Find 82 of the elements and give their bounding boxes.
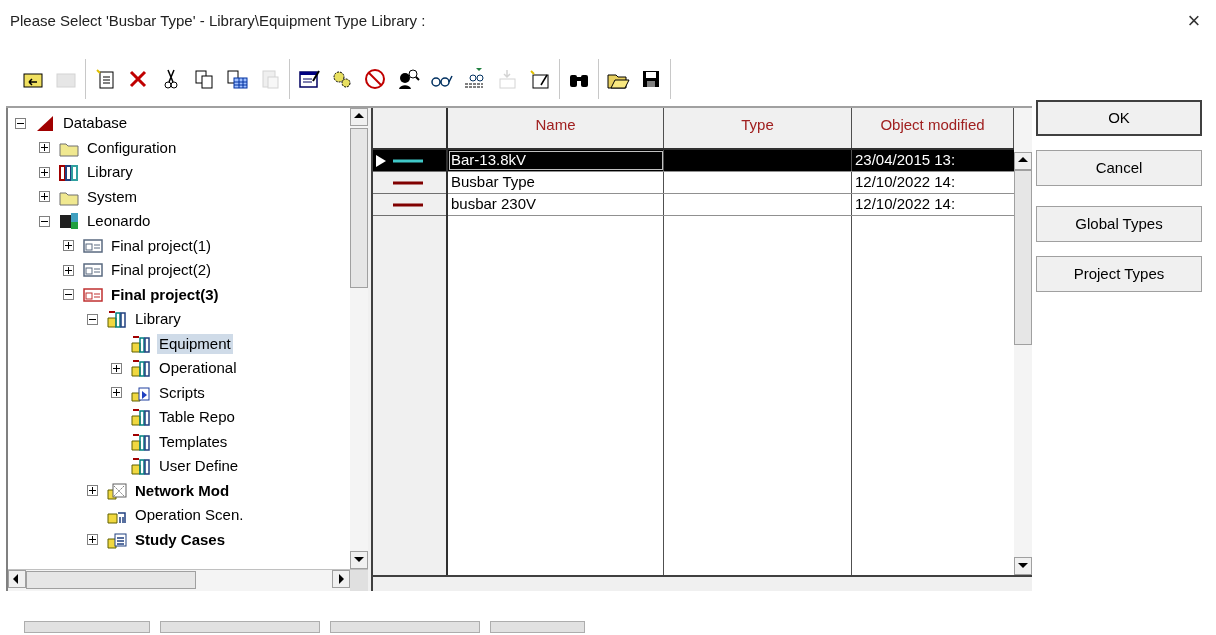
row-pointer-icon [375,153,387,168]
expand-toggle[interactable] [86,485,98,497]
tree-item[interactable]: Study Cases [133,529,228,550]
library-folder-icon [107,309,127,330]
tree-item[interactable]: System [85,186,139,207]
plus-icon [40,144,48,152]
plus-icon [88,536,96,544]
column-header[interactable]: Name [448,108,664,148]
expand-toggle[interactable] [38,142,50,154]
dialog-button[interactable]: Project Types [1036,256,1202,292]
expand-toggle[interactable] [38,191,50,203]
tree-item[interactable]: Table Repo [157,407,237,428]
collapse-toggle[interactable] [62,289,74,301]
scroll-up-button[interactable] [1014,152,1032,170]
table-cell: busbar 230V [448,194,664,215]
collapse-toggle[interactable] [86,313,98,325]
horizontal-scrollbar[interactable] [8,570,350,591]
scroll-up-button[interactable] [350,108,368,126]
table-cell-text: 12/10/2022 14: [854,172,957,192]
plus-icon [112,389,120,397]
tree-item[interactable]: User Define [157,456,241,477]
tree-item[interactable]: Configuration [85,137,179,158]
scroll-thumb[interactable] [350,128,368,288]
scroll-down-button[interactable] [1014,557,1032,575]
plus-icon [64,266,72,274]
tree-item[interactable]: Equipment [157,333,233,354]
plus-icon [40,168,48,176]
scrollbar-corner [350,570,368,591]
expand-toggle[interactable] [62,240,74,252]
close-button[interactable]: × [1182,10,1206,32]
expand-toggle[interactable] [38,166,50,178]
tree-item[interactable]: Library [85,162,135,183]
tree-item[interactable]: Operation Scen. [133,505,246,526]
tree-item[interactable]: Network Mod [133,480,232,501]
plus-icon [88,487,96,495]
library-folder-icon [131,407,151,428]
vertical-scrollbar[interactable] [1014,108,1032,575]
table-row[interactable]: Bar-13.8kV 23/04/2015 13: [448,150,1014,172]
row-header[interactable] [373,150,446,172]
tree-item[interactable]: Templates [157,431,230,452]
tree-item[interactable]: Final project(1) [109,235,214,256]
table-row[interactable]: busbar 230V 12/10/2022 14: [448,194,1014,216]
vertical-scrollbar[interactable] [350,108,368,569]
plus-icon [112,364,120,372]
tree-item[interactable]: Operational [157,358,239,379]
tree-item[interactable]: Library [133,309,183,330]
table-cell: Busbar Type [448,172,664,193]
dialog-button[interactable]: Global Types [1036,206,1202,242]
tree-item[interactable]: Scripts [157,382,207,403]
plus-icon [40,193,48,201]
scroll-right-button[interactable] [332,570,350,588]
table-cell-text: 12/10/2022 14: [854,194,957,214]
collapse-toggle[interactable] [14,117,26,129]
scroll-down-button[interactable] [350,551,368,569]
books-icon [59,162,79,183]
table-row[interactable]: Busbar Type 12/10/2022 14: [448,172,1014,194]
scroll-thumb[interactable] [26,571,196,589]
library-folder-icon [131,358,151,379]
expand-toggle[interactable] [110,362,122,374]
triangle-icon [35,113,55,134]
user-icon [59,211,79,232]
table-cell: Bar-13.8kV [448,150,664,171]
library-folder-icon [131,431,151,452]
tree-item[interactable]: Final project(2) [109,260,214,281]
tree-item[interactable]: Final project(3) [109,284,221,305]
expand-toggle[interactable] [62,264,74,276]
window-title: Please Select 'Busbar Type' - Library\Equipment Type Library : [10,10,426,31]
library-folder-icon [131,333,151,354]
dialog-button[interactable]: Cancel [1036,150,1202,186]
expand-toggle[interactable] [86,534,98,546]
network-folder-icon [107,480,127,501]
dialog-button[interactable]: OK [1036,100,1202,136]
scroll-left-button[interactable] [8,570,26,588]
tree-item[interactable]: Database [61,113,130,134]
expand-toggle[interactable] [110,387,122,399]
collapse-toggle[interactable] [38,215,50,227]
library-folder-icon [131,456,151,477]
scroll-thumb[interactable] [1014,170,1032,345]
table-cell-text: 23/04/2015 13: [854,150,957,170]
column-header[interactable]: Type [664,108,852,148]
plus-icon [64,242,72,250]
tree-item[interactable]: Leonardo [85,211,153,232]
